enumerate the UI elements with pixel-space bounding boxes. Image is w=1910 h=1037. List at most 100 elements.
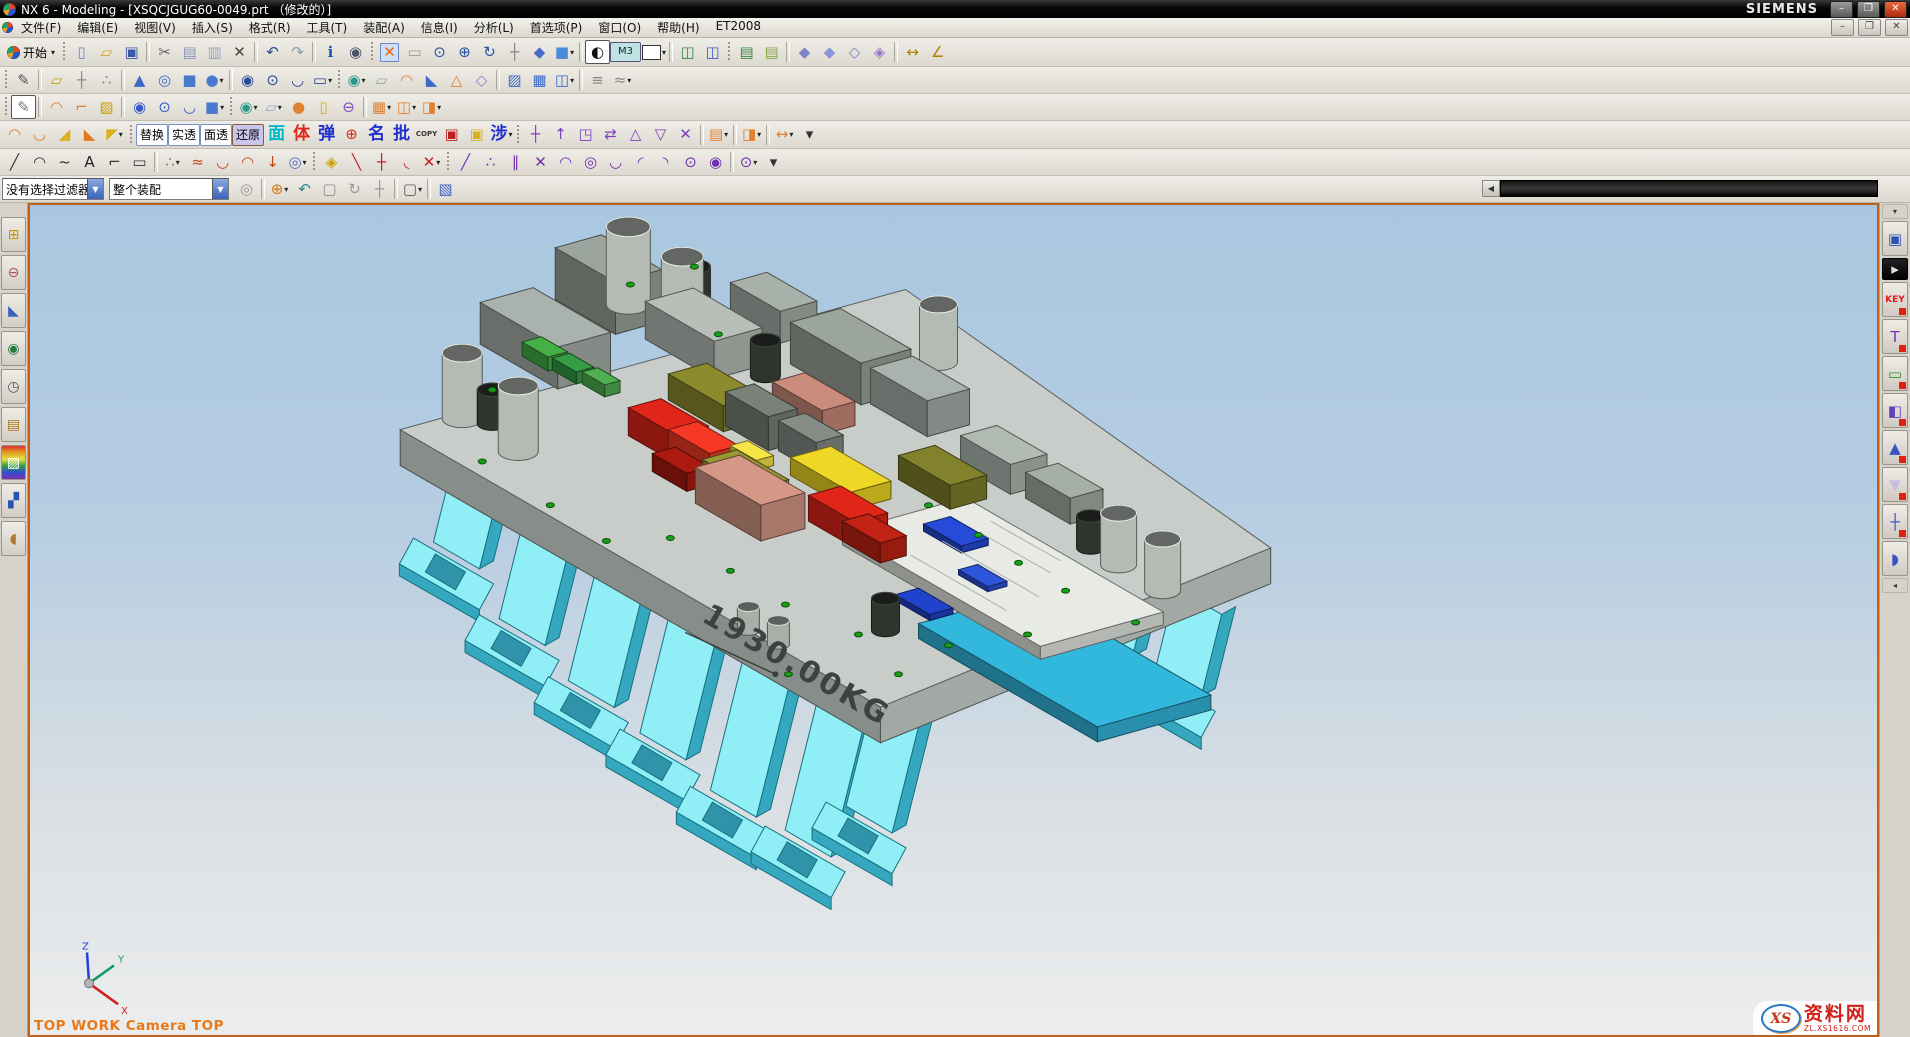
arc-button[interactable]: ◠ <box>27 150 52 174</box>
dropdown-arrow-icon[interactable]: ▾ <box>662 48 666 57</box>
selection-filter-combo[interactable]: 没有选择过滤器 ▼ <box>2 178 104 200</box>
name-tool-button[interactable]: 名 <box>364 123 389 147</box>
scroll-right-button[interactable]: ▸ <box>1882 258 1908 280</box>
extrude-button[interactable]: ▲ <box>127 68 152 92</box>
snap-point-button[interactable]: ⊕▾ <box>267 177 292 201</box>
circle-radius-button[interactable]: ◉ <box>703 150 728 174</box>
web-browser-tab[interactable]: ◉ <box>1 331 26 366</box>
palette-collapse-button[interactable]: ◂ <box>1882 578 1908 593</box>
zoom-window-button[interactable]: ▭ <box>402 40 427 64</box>
window-cascade-button[interactable]: ◫ <box>675 40 700 64</box>
magnify-button[interactable]: ⊙ <box>427 40 452 64</box>
snap-intersection-button[interactable]: ◇ <box>842 40 867 64</box>
dropdown-arrow-icon[interactable]: ▾ <box>387 103 391 112</box>
reuse-key-item[interactable]: KEY <box>1882 282 1908 317</box>
toolbar-grip[interactable] <box>516 125 521 145</box>
curve-more-button[interactable]: ▾ <box>761 150 786 174</box>
units-m3-button[interactable]: M3 <box>610 42 641 62</box>
center-target-button[interactable]: ⊕ <box>339 123 364 147</box>
dropdown-arrow-icon[interactable]: ▾ <box>278 103 282 112</box>
dropdown-arrow-icon[interactable]: ▾ <box>303 158 307 167</box>
menu-item-5[interactable]: 格式(R) <box>241 18 299 37</box>
subtract-button[interactable]: ⊖ <box>336 95 361 119</box>
spline-button[interactable]: ~ <box>52 150 77 174</box>
toolbar-grip[interactable] <box>129 125 134 145</box>
form-punch-button[interactable]: ◤▾ <box>102 123 127 147</box>
replace-component-button[interactable]: ⇄ <box>598 123 623 147</box>
menu-item-3[interactable]: 视图(V) <box>126 18 184 37</box>
red-cube-tool-button[interactable]: ▣ <box>439 123 464 147</box>
reuse-clamp-item[interactable]: ◗ <box>1882 541 1908 576</box>
circle-center-button[interactable]: ⊙ <box>678 150 703 174</box>
rectangle-select-button[interactable]: ▢▾ <box>400 177 425 201</box>
menu-item-13[interactable]: ET2008 <box>708 18 769 37</box>
arc-tangent-button[interactable]: ◡ <box>603 150 628 174</box>
pan-view-button[interactable]: ┼ <box>502 40 527 64</box>
tube-button[interactable]: ◎▾ <box>285 150 310 174</box>
snap-mid-point-button[interactable]: ◆ <box>817 40 842 64</box>
datum-csys-button[interactable]: ┼ <box>69 68 94 92</box>
trim-body-button[interactable]: ▨ <box>502 68 527 92</box>
text-button[interactable]: A <box>77 150 102 174</box>
new-component-button[interactable]: ◨▾ <box>739 123 764 147</box>
restore-display-button[interactable]: 还原 <box>232 124 264 146</box>
hole-button[interactable]: ◉ <box>235 68 260 92</box>
unite-button[interactable]: ◉▾ <box>344 68 369 92</box>
orient-view-button[interactable]: ■▾ <box>552 40 577 64</box>
toolbar-grip[interactable] <box>312 152 317 172</box>
arc-by-points-button[interactable]: ◠ <box>553 150 578 174</box>
toolbar-grip[interactable] <box>446 152 451 172</box>
menu-item-2[interactable]: 编辑(E) <box>69 18 126 37</box>
unbend-tool-button[interactable]: ◡ <box>27 123 52 147</box>
dropdown-arrow-icon[interactable]: ▾ <box>362 76 366 85</box>
find-in-assembly-button[interactable]: ◎ <box>234 177 259 201</box>
cylinder-feature-button[interactable]: ▯ <box>311 95 336 119</box>
offset-curve-button[interactable]: ≈ <box>185 150 210 174</box>
unite-boolean-button[interactable]: ◉▾ <box>236 95 261 119</box>
information-button[interactable]: ℹ <box>318 40 343 64</box>
minimize-button[interactable]: – <box>1830 1 1853 18</box>
child-close-button[interactable]: ✕ <box>1885 19 1908 36</box>
corner-round-button[interactable]: ◜ <box>628 150 653 174</box>
intersect-line-button[interactable]: ✕ <box>528 150 553 174</box>
corner-round-2-button[interactable]: ◝ <box>653 150 678 174</box>
pan-lock-button[interactable]: ┼ <box>367 177 392 201</box>
interference-check-button[interactable]: 涉▾ <box>489 123 514 147</box>
view-mini-menu-button[interactable]: ▾ <box>1882 204 1908 219</box>
rectangle-button[interactable]: ▭ <box>127 150 152 174</box>
snap-end-point-button[interactable]: ◆ <box>792 40 817 64</box>
thicken-button[interactable]: ≡ <box>585 68 610 92</box>
fit-view-button[interactable]: ✕ <box>377 40 402 64</box>
copy-button[interactable]: ▤ <box>177 40 202 64</box>
child-minimize-button[interactable]: – <box>1831 19 1854 36</box>
reuse-bushing-item[interactable]: ▭ <box>1882 356 1908 391</box>
reuse-punch-item[interactable]: ▼ <box>1882 467 1908 502</box>
dropdown-arrow-icon[interactable]: ▾ <box>436 158 440 167</box>
new-file-button[interactable]: ▯ <box>69 40 94 64</box>
revolve-button[interactable]: ◎ <box>152 68 177 92</box>
dropdown-arrow-icon[interactable]: ▾ <box>570 76 574 85</box>
offset-face-button[interactable]: ◨▾ <box>419 95 444 119</box>
menu-item-8[interactable]: 信息(I) <box>413 18 466 37</box>
assembly-navigator-tab[interactable]: ⊞ <box>1 217 26 252</box>
top-scrollbar[interactable]: ◀ <box>1482 180 1878 197</box>
block-feature-button[interactable]: ■▾ <box>202 95 227 119</box>
face-display-button[interactable]: 面 <box>264 123 289 147</box>
rotate-lock-button[interactable]: ↻ <box>342 177 367 201</box>
reuse-bolt-item[interactable]: T <box>1882 319 1908 354</box>
selection-scope-combo[interactable]: 整个装配 ▼ <box>109 178 229 200</box>
sketch-button[interactable]: ✎ <box>11 68 36 92</box>
dropdown-arrow-icon[interactable]: ▾ <box>412 103 416 112</box>
restore-button[interactable]: ❐ <box>1857 1 1880 18</box>
mirror-feature-button[interactable]: ◫▾ <box>552 68 577 92</box>
show-hide-button[interactable]: ▢ <box>317 177 342 201</box>
copy-component-button[interactable]: ▤▾ <box>706 123 731 147</box>
part-navigator-tab[interactable]: ◣ <box>1 293 26 328</box>
body-display-button[interactable]: 体 <box>289 123 314 147</box>
fixture-assembly-model[interactable] <box>399 217 1270 910</box>
palettes-tab[interactable]: ▤ <box>1 407 26 442</box>
shaded-cube-button[interactable]: ▧ <box>433 177 458 201</box>
stamp-tool-button[interactable]: ◢ <box>52 123 77 147</box>
sheet-body-button[interactable]: ▱▾ <box>261 95 286 119</box>
align-constraint-button[interactable]: ▽ <box>648 123 673 147</box>
